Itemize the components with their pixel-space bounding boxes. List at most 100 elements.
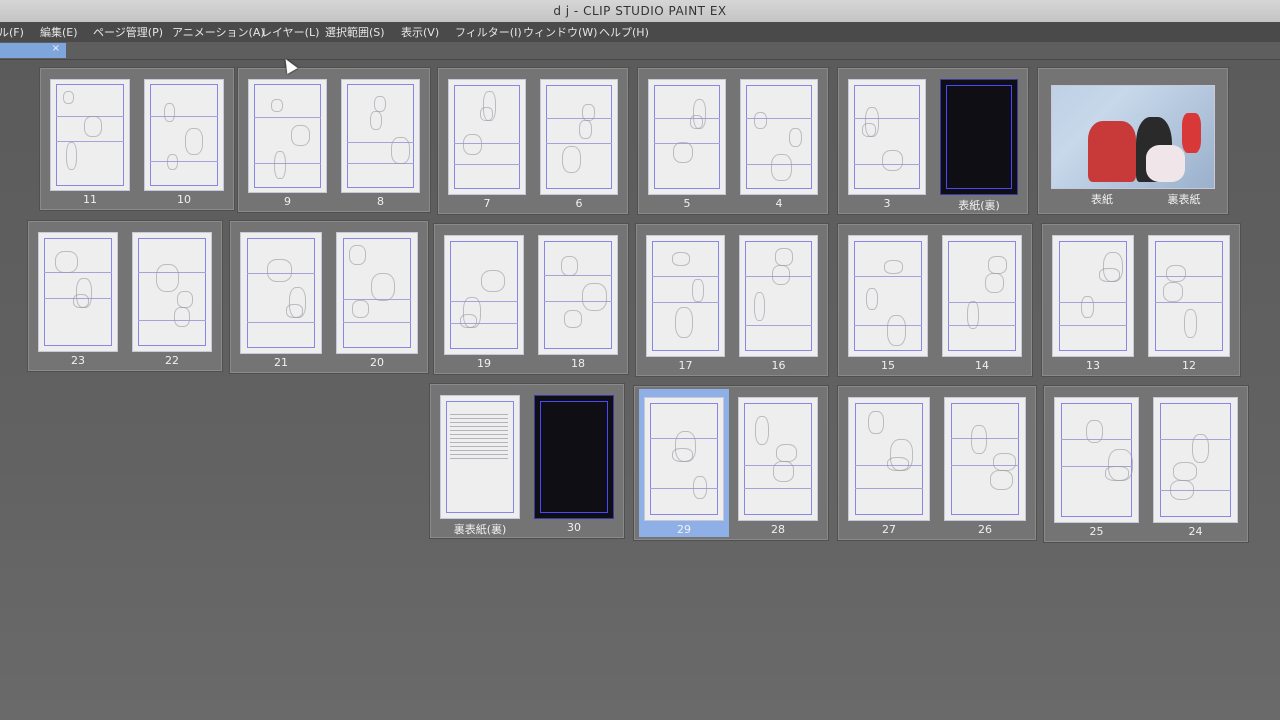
page-slot[interactable]: 12	[1143, 227, 1235, 373]
page-thumbnail[interactable]	[534, 395, 614, 519]
menu-file[interactable]: ル(F)	[0, 24, 24, 40]
document-tab[interactable]: ×	[0, 43, 66, 58]
page-thumbnail[interactable]	[240, 232, 322, 354]
menu-edit[interactable]: 編集(E)	[40, 24, 78, 40]
page-slot[interactable]: 5	[643, 71, 731, 211]
page-thumbnail[interactable]	[38, 232, 118, 352]
page-thumbnail[interactable]	[440, 395, 520, 519]
page-thumbnail[interactable]	[848, 79, 926, 195]
page-slot[interactable]: 15	[843, 227, 933, 373]
page-slot[interactable]: 3	[843, 71, 931, 211]
page-thumbnail[interactable]	[1052, 235, 1134, 357]
page-slot[interactable]: 25	[1049, 389, 1144, 539]
page-slot[interactable]: 10	[139, 71, 229, 207]
page-thumbnail[interactable]	[1153, 397, 1238, 523]
page-thumbnail[interactable]	[740, 79, 818, 195]
page-thumbnail[interactable]	[942, 235, 1022, 357]
page-thumbnail[interactable]	[538, 235, 618, 355]
page-thumbnail[interactable]	[646, 235, 725, 357]
page-slot[interactable]: 17	[641, 227, 730, 373]
page-number-label: 27	[882, 523, 896, 536]
page-spread[interactable]: 3 表紙(裏)	[838, 68, 1028, 214]
page-thumbnail[interactable]	[540, 79, 618, 195]
page-spread[interactable]: 76	[438, 68, 628, 214]
menu-layer[interactable]: レイヤー(L)	[261, 24, 319, 40]
page-spread[interactable]: 裏表紙(裏) 30	[430, 384, 624, 538]
page-spread[interactable]: 54	[638, 68, 828, 214]
page-thumbnail[interactable]	[848, 397, 930, 521]
page-spread[interactable]: 13 12	[1042, 224, 1240, 376]
sketch-stroke	[693, 99, 707, 129]
page-spread[interactable]: 表紙 裏表紙	[1038, 68, 1228, 214]
sketch-stroke	[1184, 309, 1198, 338]
page-thumbnail[interactable]	[738, 397, 818, 521]
page-slot[interactable]: 27	[843, 389, 935, 537]
page-thumbnail[interactable]	[248, 79, 327, 193]
menu-help[interactable]: ヘルプ(H)	[599, 24, 649, 40]
page-slot[interactable]: 9	[243, 71, 332, 209]
page-number-label: 30	[567, 521, 581, 534]
page-thumbnail[interactable]	[944, 397, 1026, 521]
cover-thumbnail[interactable]	[1051, 85, 1215, 189]
page-slot[interactable]: 13	[1047, 227, 1139, 373]
menu-page-management[interactable]: ページ管理(P)	[93, 24, 163, 40]
page-slot[interactable]: 裏表紙(裏)	[435, 387, 525, 536]
page-spread[interactable]: 25 24	[1044, 386, 1248, 542]
page-slot[interactable]: 21	[235, 224, 327, 370]
page-thumbnail[interactable]	[132, 232, 212, 352]
page-thumbnail[interactable]	[848, 235, 928, 357]
menu-selection[interactable]: 選択範囲(S)	[325, 24, 385, 40]
page-slot[interactable]: 23	[33, 224, 123, 368]
page-slot[interactable]: 26	[939, 389, 1031, 537]
page-spread[interactable]: 11 10	[40, 68, 234, 210]
page-thumbnail[interactable]	[144, 79, 224, 191]
menu-animation[interactable]: アニメーション(A)	[172, 24, 265, 40]
sketch-stroke	[267, 259, 292, 282]
page-slot[interactable]: 29	[639, 389, 729, 537]
inner-frame-guide	[540, 400, 608, 514]
page-thumbnail[interactable]	[444, 235, 524, 355]
page-slot[interactable]: 30	[529, 387, 619, 535]
page-slot[interactable]: 4	[735, 71, 823, 211]
page-slot[interactable]: 8	[336, 71, 425, 209]
menu-window[interactable]: ウィンドウ(W)	[523, 24, 597, 40]
page-slot[interactable]: 22	[127, 224, 217, 368]
page-slot[interactable]: 14	[937, 227, 1027, 373]
sketch-stroke	[352, 300, 370, 318]
panel-border	[246, 321, 316, 323]
page-thumbnail[interactable]	[1054, 397, 1139, 523]
menu-filter[interactable]: フィルター(I)	[455, 24, 522, 40]
page-slot[interactable]: 6	[535, 71, 623, 211]
page-slot[interactable]: 表紙(裏)	[935, 71, 1023, 212]
page-thumbnail[interactable]	[341, 79, 420, 193]
page-spread[interactable]: 98	[238, 68, 430, 212]
sketch-stroke	[771, 154, 792, 182]
page-spread[interactable]: 29 28	[634, 386, 828, 540]
page-thumbnail[interactable]	[336, 232, 418, 354]
page-spread[interactable]: 19 18	[434, 224, 628, 374]
page-slot[interactable]: 11	[45, 71, 135, 207]
page-thumbnail[interactable]	[940, 79, 1018, 195]
page-slot[interactable]: 16	[734, 227, 823, 373]
page-spread[interactable]: 21 20	[230, 221, 428, 373]
page-slot[interactable]: 18	[533, 227, 623, 371]
close-tab-icon[interactable]: ×	[52, 43, 60, 54]
page-slot[interactable]: 7	[443, 71, 531, 211]
page-slot[interactable]: 19	[439, 227, 529, 371]
page-slot[interactable]: 20	[331, 224, 423, 370]
page-thumbnail[interactable]	[448, 79, 526, 195]
page-spread[interactable]: 17 16	[636, 224, 828, 376]
menu-view[interactable]: 表示(V)	[401, 24, 439, 40]
page-number-label: 29	[677, 523, 691, 536]
page-slot[interactable]: 24	[1148, 389, 1243, 539]
page-spread[interactable]: 23 22	[28, 221, 222, 371]
page-spread[interactable]: 27 26	[838, 386, 1036, 540]
page-thumbnail[interactable]	[644, 397, 724, 521]
page-thumbnail[interactable]	[1148, 235, 1230, 357]
page-spread[interactable]: 15 14	[838, 224, 1032, 376]
page-thumbnail[interactable]	[648, 79, 726, 195]
page-thumbnail[interactable]	[50, 79, 130, 191]
page-thumbnail[interactable]	[739, 235, 818, 357]
page-slot[interactable]: 表紙 裏表紙	[1047, 71, 1219, 211]
page-slot[interactable]: 28	[733, 389, 823, 537]
